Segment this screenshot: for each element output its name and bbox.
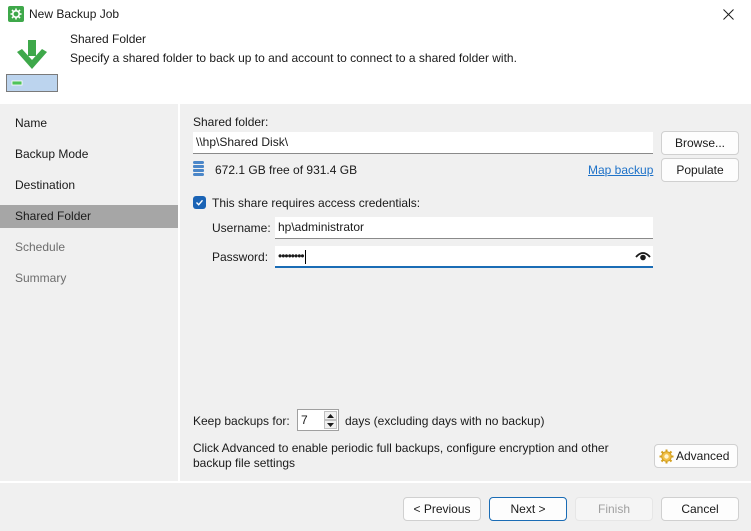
- gear-icon: [8, 6, 24, 22]
- sidebar-item-schedule: Schedule: [15, 240, 66, 254]
- username-input[interactable]: hp\administrator: [275, 217, 653, 239]
- settings-gear-icon: [659, 449, 674, 464]
- sidebar-item-name[interactable]: Name: [0, 112, 178, 135]
- credentials-checkbox[interactable]: [193, 196, 206, 209]
- title-bar: New Backup Job: [0, 0, 751, 28]
- window-title: New Backup Job: [29, 7, 120, 21]
- free-space-text: 672.1 GB free of 931.4 GB: [215, 163, 358, 177]
- advanced-button[interactable]: Advanced: [654, 444, 738, 468]
- page-description: Specify a shared folder to back up to an…: [70, 51, 517, 65]
- download-to-drive-icon: [6, 38, 58, 92]
- next-button[interactable]: Next >: [489, 497, 567, 521]
- advanced-description: Click Advanced to enable periodic full b…: [193, 441, 609, 470]
- password-value: ••••••••: [278, 249, 305, 263]
- arrow-up-icon: [327, 413, 334, 418]
- sidebar-item-backup-mode[interactable]: Backup Mode: [0, 143, 178, 166]
- retention-suffix: days (excluding days with no backup): [345, 414, 545, 428]
- map-backup-link[interactable]: Map backup: [588, 163, 653, 177]
- spinner-down-button[interactable]: [324, 420, 337, 429]
- credentials-checkbox-label[interactable]: This share requires access credentials:: [212, 196, 420, 210]
- retention-value[interactable]: 7: [301, 413, 308, 427]
- previous-button[interactable]: < Previous: [403, 497, 481, 521]
- sidebar-item-shared-folder[interactable]: Shared Folder: [0, 205, 178, 228]
- browse-button[interactable]: Browse...: [661, 131, 739, 155]
- password-input[interactable]: ••••••••: [275, 246, 653, 268]
- finish-button: Finish: [575, 497, 653, 521]
- sidebar-item-summary: Summary: [15, 271, 67, 285]
- wizard-footer: < Previous Next > Finish Cancel: [0, 483, 751, 531]
- wizard-steps-sidebar: Name Backup Mode Destination Shared Fold…: [0, 104, 178, 481]
- retention-label: Keep backups for:: [193, 414, 290, 428]
- shared-folder-label: Shared folder:: [193, 115, 269, 129]
- text-cursor: [304, 249, 306, 264]
- database-icon: [193, 161, 204, 176]
- checkmark-icon: [196, 199, 204, 206]
- main-panel: Shared folder: \\hp\Shared Disk\ Browse.…: [180, 104, 751, 481]
- page-title: Shared Folder: [70, 32, 147, 46]
- shared-folder-input[interactable]: \\hp\Shared Disk\: [193, 132, 653, 154]
- spinner-up-button[interactable]: [324, 411, 337, 420]
- sidebar-item-destination[interactable]: Destination: [0, 174, 178, 197]
- username-label: Username:: [212, 221, 271, 235]
- password-label: Password:: [212, 250, 269, 264]
- arrow-down-icon: [327, 422, 334, 427]
- cancel-button[interactable]: Cancel: [661, 497, 739, 521]
- advanced-button-label: Advanced: [676, 449, 730, 463]
- populate-button[interactable]: Populate: [661, 158, 739, 182]
- close-icon: [722, 8, 734, 20]
- wizard-header: Shared Folder Specify a shared folder to…: [0, 28, 751, 104]
- eye-icon[interactable]: [635, 250, 651, 262]
- retention-spinner[interactable]: 7: [297, 409, 339, 431]
- close-button[interactable]: [705, 0, 751, 28]
